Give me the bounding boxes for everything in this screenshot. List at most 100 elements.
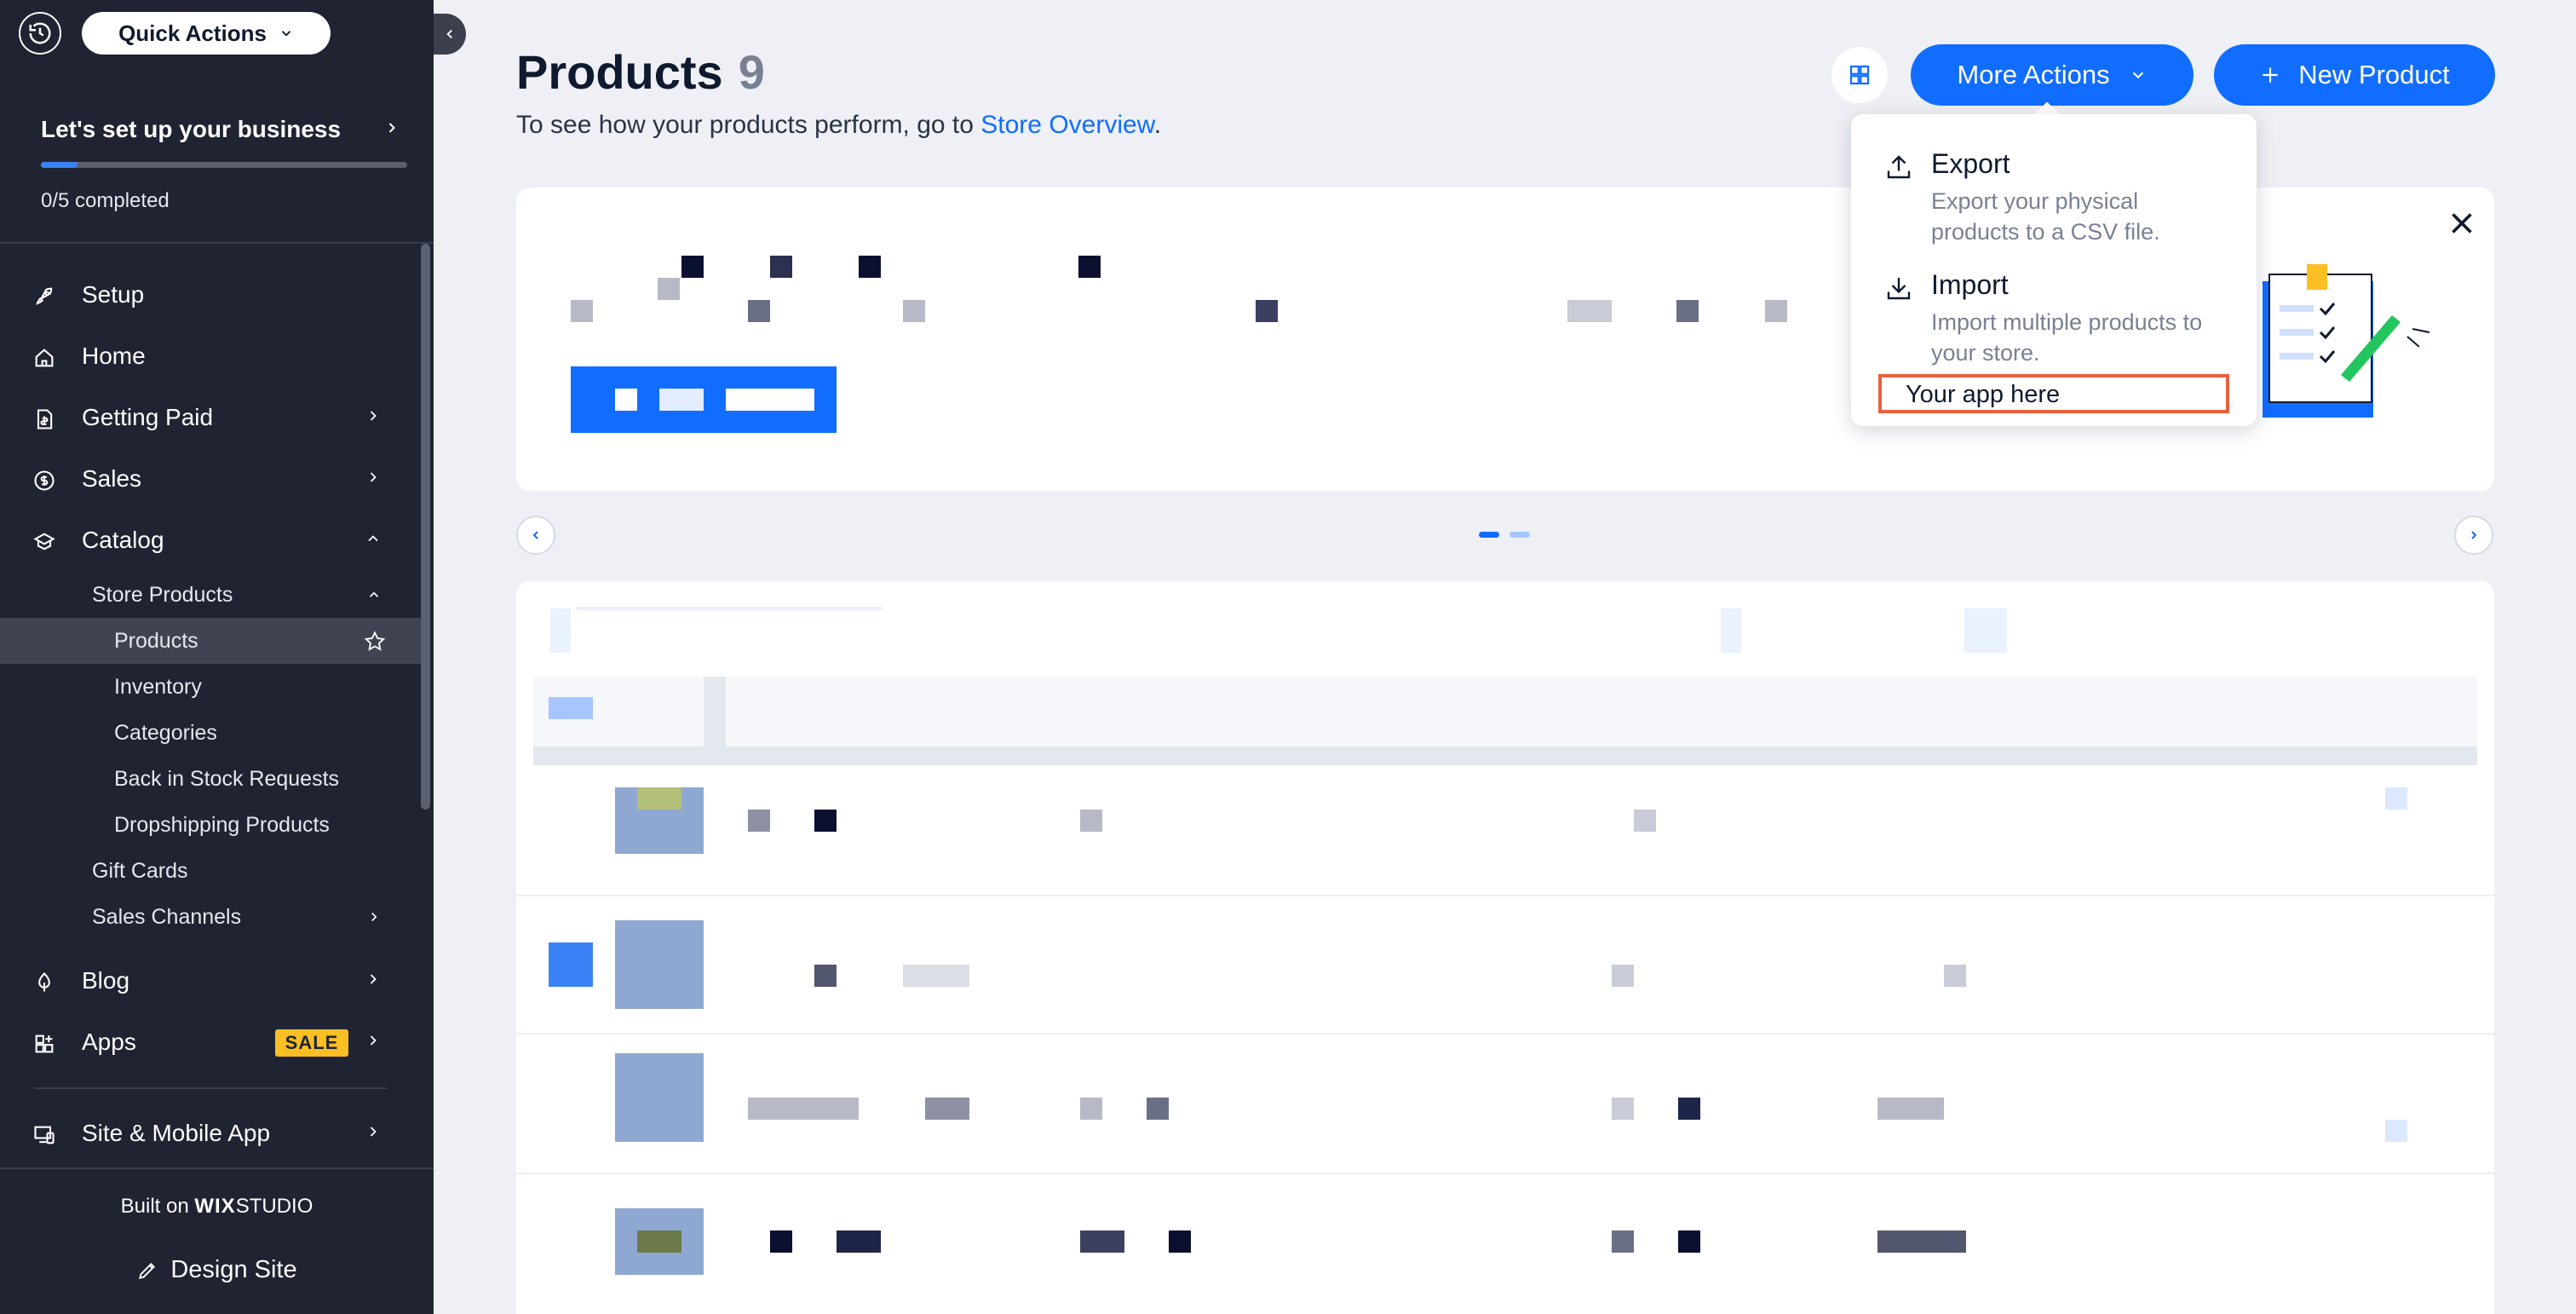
history-button[interactable] — [19, 12, 61, 55]
sidebar-item-dropshipping[interactable]: Dropshipping Products — [0, 802, 421, 848]
sidebar-item-categories[interactable]: Categories — [0, 710, 421, 756]
pixel-block — [1078, 256, 1101, 278]
product-thumbnail[interactable] — [615, 1053, 704, 1142]
sidebar-item-back-in-stock[interactable]: Back in Stock Requests — [0, 756, 421, 802]
sidebar-item-home[interactable]: Home — [0, 327, 421, 385]
carousel-dot[interactable] — [1509, 532, 1530, 538]
pencil-icon — [139, 1262, 156, 1279]
pixel-block — [1080, 1098, 1102, 1120]
sidebar-item-sales[interactable]: Sales — [0, 450, 421, 508]
subtitle-text: To see how your products perform, go to — [516, 111, 981, 139]
download-icon — [1887, 278, 1911, 300]
chevron-down-icon — [281, 31, 291, 37]
catalog-icon — [33, 533, 55, 550]
collapse-sidebar-button[interactable] — [434, 14, 466, 55]
sidebar-item-label: Getting Paid — [82, 404, 214, 430]
pixel-block — [1877, 1098, 1944, 1120]
sidebar-divider — [34, 1087, 387, 1089]
pixel-block — [1612, 1098, 1634, 1120]
sidebar-item-sales-channels[interactable]: Sales Channels — [0, 894, 421, 940]
sidebar-item-label: Catalog — [82, 527, 164, 553]
pixel-block — [837, 1230, 881, 1253]
sidebar-item-label: Inventory — [114, 674, 202, 699]
sidebar-item-blog[interactable]: Blog — [0, 952, 421, 1010]
chevron-left-icon — [532, 531, 538, 539]
devices-icon — [34, 1126, 55, 1144]
pen-nib-icon — [38, 972, 50, 992]
sidebar-item-catalog[interactable]: Catalog — [0, 511, 421, 569]
studio-logo: STUDIO — [235, 1195, 313, 1218]
sidebar-item-label: Products — [114, 628, 198, 653]
sidebar-scrollbar[interactable] — [421, 244, 430, 810]
table-header-line — [533, 746, 2477, 765]
pixel-block — [681, 256, 704, 278]
sidebar-item-label: Back in Stock Requests — [114, 766, 340, 791]
pixel-block — [859, 256, 881, 278]
pixel-block — [903, 965, 969, 987]
design-site-button[interactable]: Design Site — [0, 1256, 434, 1284]
pixel-block — [576, 607, 883, 610]
menu-item-import[interactable]: Import Import multiple products to your … — [1851, 269, 2257, 372]
customize-view-button[interactable] — [1831, 47, 1888, 103]
pixel-block — [1944, 965, 1966, 987]
import-description: Import multiple products to your store. — [1931, 309, 2203, 366]
setup-business-card[interactable]: Let's set up your business 0/5 completed — [0, 95, 434, 244]
chevron-right-icon — [2471, 531, 2477, 539]
sidebar-item-label: Categories — [114, 720, 217, 745]
select-all-checkbox[interactable] — [549, 697, 593, 719]
sidebar-item-apps[interactable]: Apps SALE — [0, 1013, 421, 1071]
quick-actions-button[interactable]: Quick Actions — [82, 12, 331, 55]
sidebar-item-inventory[interactable]: Inventory — [0, 664, 421, 710]
products-table — [516, 581, 2494, 1314]
export-title: Export — [1931, 148, 2010, 179]
apps-icon — [35, 1034, 54, 1053]
built-on-text: Built on — [120, 1195, 189, 1218]
carousel-next-button[interactable] — [2454, 516, 2493, 555]
chevron-right-icon — [388, 123, 395, 133]
sidebar-item-label: Setup — [82, 281, 145, 308]
menu-item-your-app[interactable]: Your app here — [1878, 374, 2229, 413]
pixel-block — [1765, 300, 1787, 322]
new-product-button[interactable]: New Product — [2214, 44, 2495, 106]
pixel-block — [704, 677, 726, 746]
close-banner-icon[interactable] — [2447, 208, 2477, 239]
sidebar-item-site-mobile-app[interactable]: Site & Mobile App — [0, 1104, 421, 1162]
sidebar-item-store-products[interactable]: Store Products — [0, 572, 421, 618]
pixel-block — [748, 300, 770, 322]
sidebar-item-gift-cards[interactable]: Gift Cards — [0, 848, 421, 894]
carousel-dot-active[interactable] — [1479, 532, 1499, 538]
store-overview-link[interactable]: Store Overview — [980, 111, 1153, 139]
pixel-block — [571, 300, 593, 322]
chevron-right-icon — [370, 472, 377, 482]
star-icon[interactable] — [363, 630, 387, 654]
sidebar-item-getting-paid[interactable]: Getting Paid — [0, 389, 421, 447]
row-separator — [516, 895, 2494, 896]
sidebar-item-setup[interactable]: Setup — [0, 266, 421, 324]
table-header — [533, 677, 2477, 746]
sidebar-item-products[interactable]: Products — [0, 618, 421, 664]
chevron-right-icon — [370, 411, 377, 421]
layout-grid-icon — [1849, 65, 1870, 85]
page-title: Products 9 — [516, 44, 765, 100]
carousel-prev-button[interactable] — [516, 516, 555, 555]
pixel-block — [1169, 1230, 1191, 1253]
dollar-circle-icon — [34, 470, 55, 491]
chevron-down-icon — [2132, 72, 2143, 79]
sale-badge: SALE — [275, 1029, 348, 1057]
new-product-label: New Product — [2298, 60, 2450, 89]
more-actions-button[interactable]: More Actions — [1911, 44, 2194, 106]
row-checkbox[interactable] — [549, 942, 593, 987]
pixel-block — [1080, 1230, 1124, 1253]
sidebar-item-label: Site & Mobile App — [82, 1120, 271, 1146]
pixel-block — [814, 810, 837, 832]
pixel-block — [925, 1098, 969, 1120]
chevron-left-icon — [446, 29, 452, 39]
menu-item-export[interactable]: Export Export your physical products to … — [1851, 148, 2257, 259]
chevron-up-icon — [368, 535, 378, 542]
sidebar-item-label: Dropshipping Products — [114, 812, 330, 837]
sidebar-item-label: Home — [82, 343, 146, 369]
pixel-block — [637, 1230, 681, 1253]
pixel-block — [2385, 787, 2407, 810]
product-thumbnail[interactable] — [615, 920, 704, 1009]
subtitle-suffix: . — [1153, 111, 1162, 139]
